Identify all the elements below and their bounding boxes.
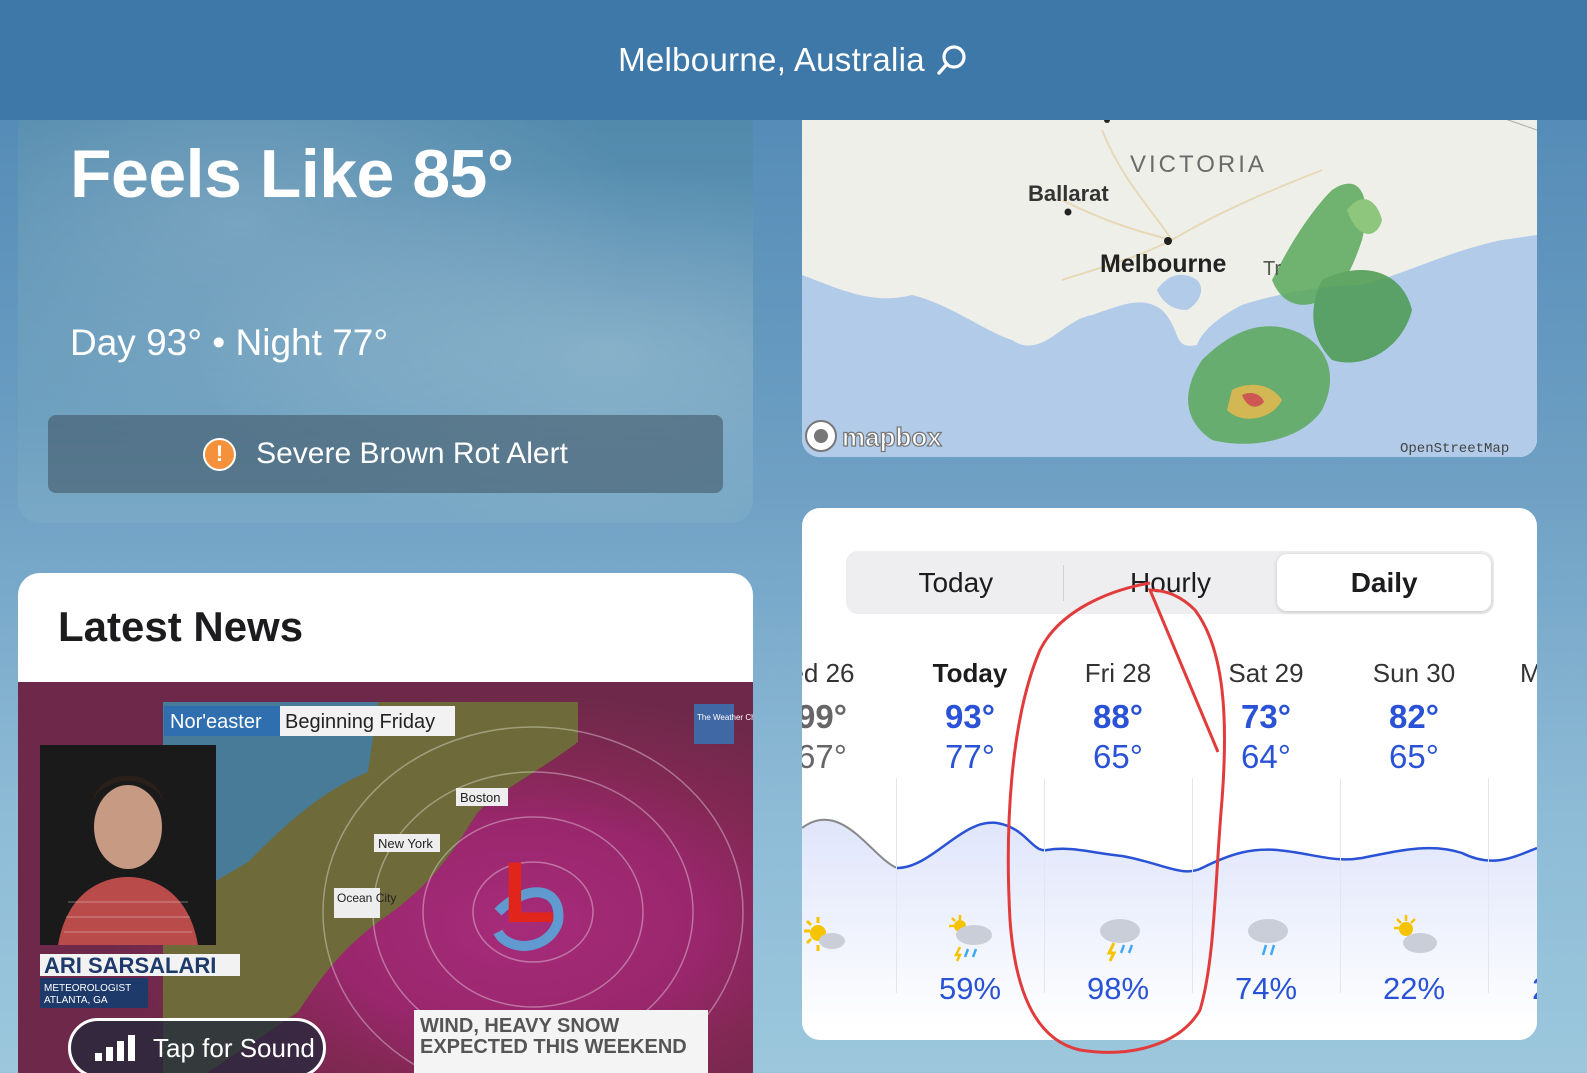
day-high: 73°	[1241, 698, 1291, 735]
forecast-day-sat[interactable]: Sat 29 73° 64° 74%	[1192, 628, 1340, 1028]
precip-chance: 2	[1488, 971, 1537, 1007]
latest-news-card[interactable]: Latest News Nor'easter Beginning Friday …	[18, 573, 753, 1073]
current-conditions-card[interactable]: Feels Like 85° Day 93° • Night 77° ! Sev…	[18, 90, 753, 523]
day-high: 93°	[945, 698, 995, 735]
presenter-location: ATLANTA, GA	[44, 995, 108, 1006]
video-city-boston: Boston	[460, 790, 500, 805]
sun-cloud-icon	[804, 917, 845, 951]
daily-forecast-strip[interactable]: ed 26 99° 67° Today 93° 77° 59% Fri	[802, 628, 1537, 1028]
forecast-day-today[interactable]: Today 93° 77° 59%	[896, 628, 1044, 1028]
precip-chance: 22%	[1382, 971, 1446, 1006]
video-city-ocean: Ocean City	[337, 891, 396, 905]
day-name: Fri 28	[1084, 658, 1152, 688]
precip-chance: 59%	[938, 971, 1002, 1006]
presenter-name: ARI SARSALARI	[44, 953, 216, 978]
forecast-segmented-control: Today Hourly Daily	[846, 551, 1494, 614]
day-name: ed 26	[802, 658, 855, 688]
day-night-temps: Day 93° • Night 77°	[70, 322, 389, 363]
alert-label: Severe Brown Rot Alert	[256, 437, 568, 470]
map-label-ballarat: Ballarat	[1028, 181, 1109, 206]
day-name: Today	[932, 658, 1008, 688]
tab-hourly[interactable]: Hourly	[1064, 554, 1278, 611]
map-attribution[interactable]: OpenStreetMap	[1400, 441, 1509, 457]
video-city-newyork: New York	[378, 836, 433, 851]
forecast-day-wed[interactable]: ed 26 99° 67°	[802, 628, 896, 1028]
day-name: M	[1520, 658, 1537, 688]
forecast-day-mon[interactable]: M 2	[1488, 628, 1537, 1028]
location-title[interactable]: Melbourne, Australia	[618, 41, 925, 79]
tab-today[interactable]: Today	[849, 554, 1063, 611]
precip-chance: 74%	[1234, 971, 1298, 1006]
channel-logo: The Weather Channel	[697, 713, 753, 722]
day-low: 65°	[1093, 738, 1143, 775]
presenter-title: METEOROLOGIST	[44, 983, 131, 994]
precip-chance: 98%	[1086, 971, 1150, 1006]
low-pressure-marker: L	[503, 845, 556, 941]
tap-for-sound-button[interactable]: Tap for Sound	[68, 1018, 326, 1073]
alert-icon: !	[203, 437, 237, 471]
sun-cloud-rain-icon	[949, 915, 992, 962]
partly-cloudy-icon	[1394, 915, 1437, 953]
feels-like-temp: Feels Like 85°	[70, 136, 514, 212]
forecast-day-sun[interactable]: Sun 30 82° 65° 22%	[1340, 628, 1488, 1028]
thunderstorm-icon	[1100, 919, 1140, 962]
search-icon[interactable]	[935, 43, 969, 77]
day-low: 67°	[802, 738, 847, 775]
day-low: 65°	[1389, 738, 1439, 775]
forecast-day-fri[interactable]: Fri 28 88° 65° 98%	[1044, 628, 1192, 1028]
video-headline-1: Nor'easter	[170, 711, 262, 733]
map-label-traralgon: Tr	[1263, 258, 1281, 280]
tab-daily[interactable]: Daily	[1277, 554, 1492, 611]
map-label-region: VICTORIA	[1130, 151, 1267, 178]
tap-for-sound-label: Tap for Sound	[153, 1032, 315, 1063]
mapbox-logo: mapbox	[842, 422, 942, 452]
lower-third-line1: WIND, HEAVY SNOW	[420, 1015, 619, 1037]
severe-alert-button[interactable]: ! Severe Brown Rot Alert	[48, 415, 723, 493]
day-high: 99°	[802, 698, 847, 735]
news-video-player[interactable]: Nor'easter Beginning Friday Boston New Y…	[18, 682, 753, 1073]
forecast-card: Today Hourly Daily ed 26 99° 67°	[802, 508, 1537, 1040]
map-label-melbourne: Melbourne	[1100, 250, 1226, 278]
day-name: Sat 29	[1228, 658, 1304, 688]
radar-map[interactable]: VICTORIA Ballarat Melbourne Tr mapbox Op…	[802, 90, 1537, 457]
volume-bars-icon	[95, 1035, 135, 1061]
day-high: 88°	[1093, 698, 1143, 735]
lower-third-line2: EXPECTED THIS WEEKEND	[420, 1036, 687, 1058]
header-bar: Melbourne, Australia	[0, 0, 1587, 120]
news-section-title: Latest News	[58, 603, 304, 650]
day-name: Sun 30	[1372, 658, 1456, 688]
rain-cloud-icon	[1248, 919, 1288, 956]
video-headline-2: Beginning Friday	[285, 711, 435, 733]
day-high: 82°	[1389, 698, 1439, 735]
day-low: 77°	[945, 738, 995, 775]
day-low: 64°	[1241, 738, 1291, 775]
